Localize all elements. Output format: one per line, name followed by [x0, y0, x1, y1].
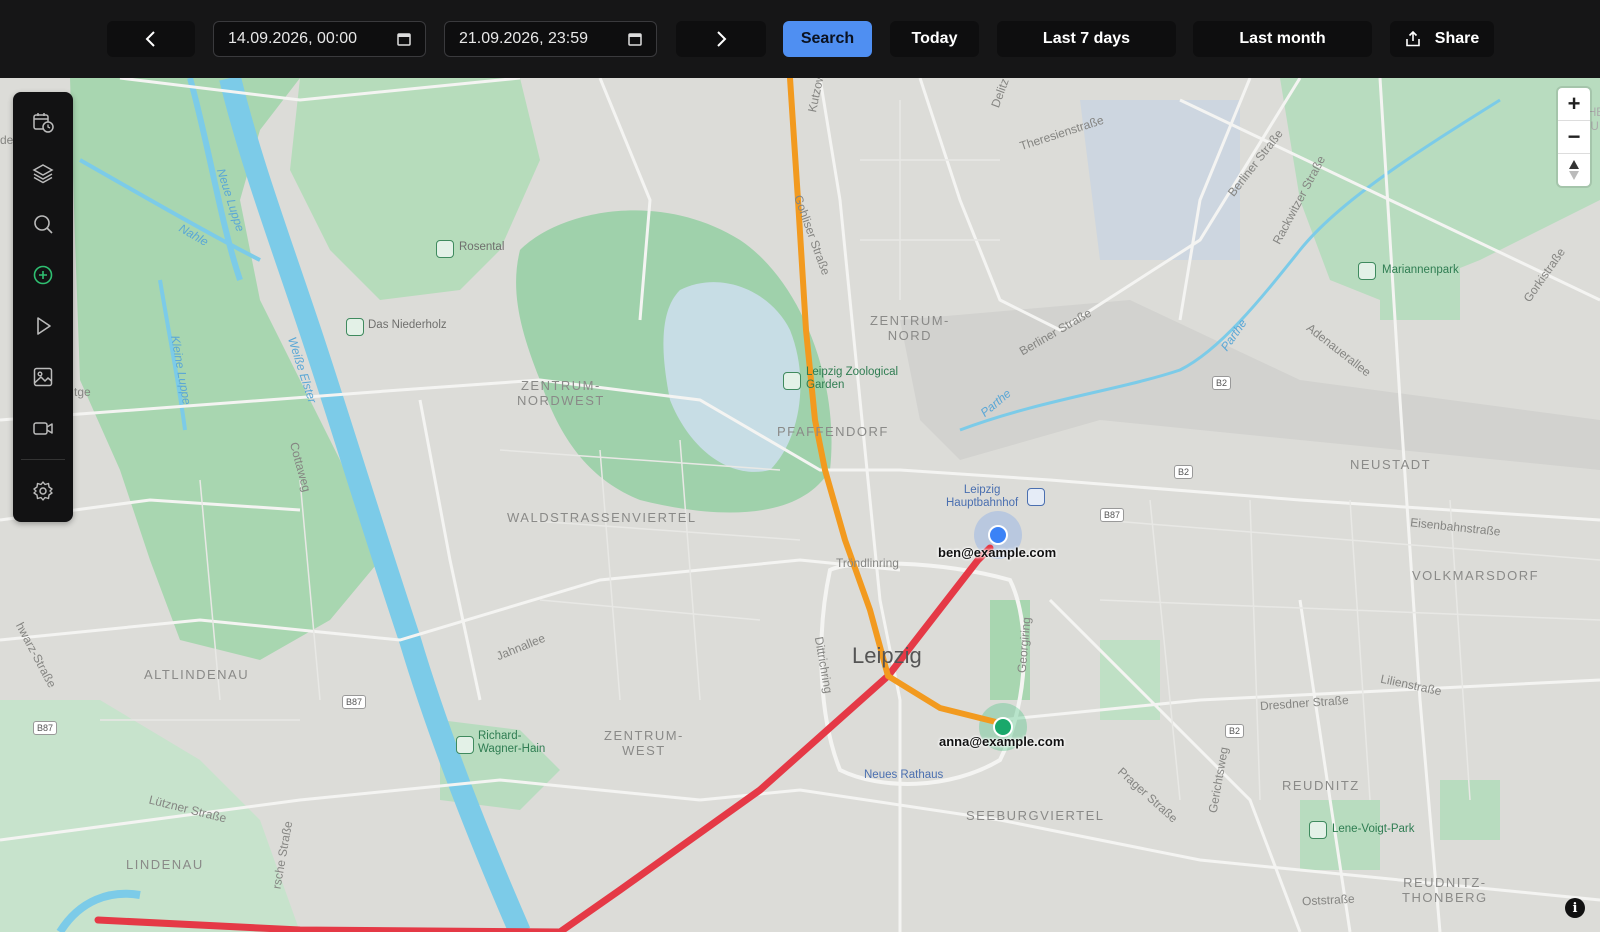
poi-label: Rosental: [459, 241, 505, 253]
timeline-button[interactable]: [25, 104, 61, 140]
photos-button[interactable]: [25, 359, 61, 395]
park-pin-icon: [1358, 262, 1376, 280]
zoo-pin-icon: [783, 372, 801, 390]
poi-label: Das Niederholz: [368, 319, 447, 331]
district-label: SEEBURGVIERTEL: [966, 808, 1105, 823]
user-label-ben[interactable]: ben@example.com: [938, 545, 1056, 560]
district-label: ALTLINDENAU: [144, 667, 250, 682]
start-date-input[interactable]: 14.09.2026, 00:00: [213, 21, 426, 57]
district-label: ZENTRUM- NORDWEST: [517, 378, 605, 408]
compass-button[interactable]: [1558, 154, 1590, 186]
video-button[interactable]: [25, 410, 61, 446]
route-shield: B2: [1174, 465, 1194, 479]
share-label: Share: [1434, 30, 1480, 47]
zoom-out-button[interactable]: −: [1558, 121, 1590, 153]
share-icon: [1405, 31, 1420, 47]
poi-label: Lene-Voigt-Park: [1332, 823, 1415, 835]
chevron-left-icon: [145, 31, 155, 47]
settings-button[interactable]: [25, 473, 61, 509]
play-button[interactable]: [25, 308, 61, 344]
last-month-button[interactable]: Last month: [1193, 21, 1372, 57]
end-date-input[interactable]: 21.09.2026, 23:59: [444, 21, 657, 57]
route-shield: B87: [33, 721, 58, 735]
street-label: Tröndlinring: [836, 556, 899, 570]
settings-icon: [33, 481, 53, 501]
route-shield: B2: [1212, 376, 1232, 390]
last-7-days-button[interactable]: Last 7 days: [997, 21, 1176, 57]
calendar-icon: [397, 33, 411, 46]
sidebar-divider: [21, 459, 65, 460]
park-pin-icon: [346, 318, 364, 336]
district-label: ZENTRUM- NORD: [870, 313, 950, 343]
route-shield: B87: [342, 695, 367, 709]
layers-icon: [32, 164, 54, 184]
tool-sidebar: [13, 92, 73, 522]
map-canvas[interactable]: ZENTRUM- NORD ZENTRUM- NORDWEST PFAFFEND…: [0, 78, 1600, 932]
search-button[interactable]: Search: [783, 21, 872, 57]
district-label: NEUSTADT: [1350, 457, 1432, 472]
district-label: VOLKMARSDORF: [1412, 568, 1540, 583]
calendar-icon: [628, 33, 642, 46]
zoom-in-button[interactable]: +: [1558, 88, 1590, 120]
poi-label: Leipzig Zoological Garden: [806, 366, 899, 391]
image-icon: [33, 367, 53, 387]
layers-button[interactable]: [25, 155, 61, 191]
route-shield: B87: [1100, 508, 1125, 522]
street-label: de: [0, 133, 14, 147]
poi-label: Leipzig Hauptbahnhof: [946, 484, 1019, 509]
park-pin-icon: [456, 736, 474, 754]
city-label: Leipzig: [852, 643, 922, 668]
compass-icon: [1569, 160, 1579, 180]
district-label: REUDNITZ- THONBERG: [1402, 875, 1488, 905]
street-label: Oststraße: [1301, 891, 1356, 909]
previous-range-button[interactable]: [107, 21, 195, 57]
district-label: ZENTRUM- WEST: [604, 728, 684, 758]
user-label-anna[interactable]: anna@example.com: [939, 734, 1064, 749]
district-label: REUDNITZ: [1282, 778, 1360, 793]
zoom-control: + −: [1558, 88, 1590, 186]
track-anna: [787, 78, 999, 725]
search-icon: [34, 215, 53, 234]
district-label: WALDSTRASSENVIERTEL: [507, 510, 697, 525]
chevron-right-icon: [717, 31, 727, 47]
next-range-button[interactable]: [676, 21, 766, 57]
start-date-value: 14.09.2026, 00:00: [228, 30, 358, 47]
park-pin-icon: [1309, 821, 1327, 839]
street-label: tge: [74, 385, 91, 399]
video-icon: [33, 422, 53, 435]
end-date-value: 21.09.2026, 23:59: [459, 30, 589, 47]
search-tool-button[interactable]: [25, 206, 61, 242]
district-label: PFAFFENDORF: [777, 424, 889, 439]
route-shield: B2: [1225, 724, 1245, 738]
district-label: LINDENAU: [126, 857, 204, 872]
add-circle-icon: [33, 265, 53, 285]
user-marker-ben[interactable]: [988, 525, 1008, 545]
top-toolbar: 14.09.2026, 00:00 21.09.2026, 23:59 Sear…: [0, 0, 1600, 78]
play-icon: [37, 317, 51, 335]
add-button[interactable]: [25, 257, 61, 293]
park-pin-icon: [436, 240, 454, 258]
poi-label: Neues Rathaus: [864, 769, 944, 781]
train-station-icon: [1027, 488, 1045, 506]
info-icon[interactable]: i: [1565, 898, 1585, 918]
today-button[interactable]: Today: [890, 21, 979, 57]
poi-label: Mariannenpark: [1382, 264, 1459, 276]
share-button[interactable]: Share: [1390, 21, 1494, 57]
poi-label: Richard- Wagner-Hain: [478, 730, 546, 755]
calendar-clock-icon: [33, 113, 54, 133]
